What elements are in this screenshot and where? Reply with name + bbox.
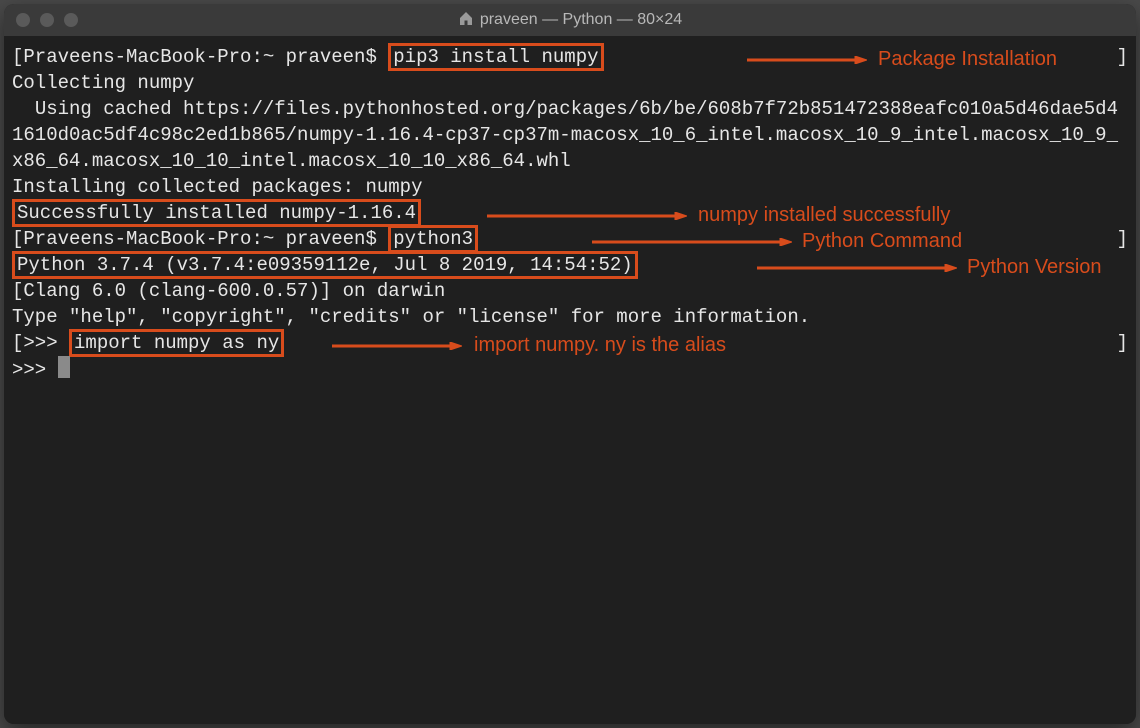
arrow-icon [757,264,957,272]
zoom-icon[interactable] [64,13,78,27]
minimize-icon[interactable] [40,13,54,27]
home-icon [458,10,474,31]
traffic-lights [16,13,78,27]
arrow-icon [592,238,792,246]
highlight-pip-cmd: pip3 install numpy [388,43,603,71]
repl-prompt: >>> [12,359,58,381]
output-clang: [Clang 6.0 (clang-600.0.57)] on darwin [12,278,1128,304]
line-repl-cursor: >>> [12,356,1128,383]
annotation-import-numpy: import numpy. ny is the alias [474,332,726,358]
window-title-text: praveen — Python — 80×24 [480,11,682,28]
bracket-right: ] [1117,226,1128,252]
terminal-body[interactable]: [Praveens-MacBook-Pro:~ praveen$ pip3 in… [4,36,1136,724]
bracket-right: ] [1117,330,1128,356]
cursor-icon [58,356,70,378]
arrow-icon [487,212,687,220]
annotation-numpy-success: numpy installed successfully [698,202,950,228]
repl-prompt: [>>> [12,332,69,354]
line-success: Successfully installed numpy-1.16.4 nump… [12,200,1128,226]
window-title: praveen — Python — 80×24 [4,10,1136,31]
annotation-python-version: Python Version [967,254,1102,280]
highlight-import-numpy: import numpy as ny [69,329,284,357]
line-pip-install: [Praveens-MacBook-Pro:~ praveen$ pip3 in… [12,44,1128,70]
prompt: [Praveens-MacBook-Pro:~ praveen$ [12,228,388,250]
output-collecting: Collecting numpy [12,70,1128,96]
highlight-python-cmd: python3 [388,225,478,253]
terminal-window: praveen — Python — 80×24 [Praveens-MacBo… [4,4,1136,724]
highlight-python-version: Python 3.7.4 (v3.7.4:e09359112e, Jul 8 2… [12,251,638,279]
annotation-package-installation: Package Installation [878,46,1057,72]
line-python-cmd: [Praveens-MacBook-Pro:~ praveen$ python3… [12,226,1128,252]
bracket-right: ] [1117,44,1128,70]
arrow-icon [747,56,867,64]
arrow-icon [332,342,462,350]
prompt: [Praveens-MacBook-Pro:~ praveen$ [12,46,388,68]
output-installing: Installing collected packages: numpy [12,174,1128,200]
close-icon[interactable] [16,13,30,27]
annotation-python-command: Python Command [802,228,962,254]
output-cached-url: Using cached https://files.pythonhosted.… [12,96,1128,174]
titlebar: praveen — Python — 80×24 [4,4,1136,36]
line-python-version: Python 3.7.4 (v3.7.4:e09359112e, Jul 8 2… [12,252,1128,278]
output-help: Type "help", "copyright", "credits" or "… [12,304,1128,330]
highlight-success: Successfully installed numpy-1.16.4 [12,199,421,227]
line-import-numpy: [>>> import numpy as ny ] import numpy. … [12,330,1128,356]
